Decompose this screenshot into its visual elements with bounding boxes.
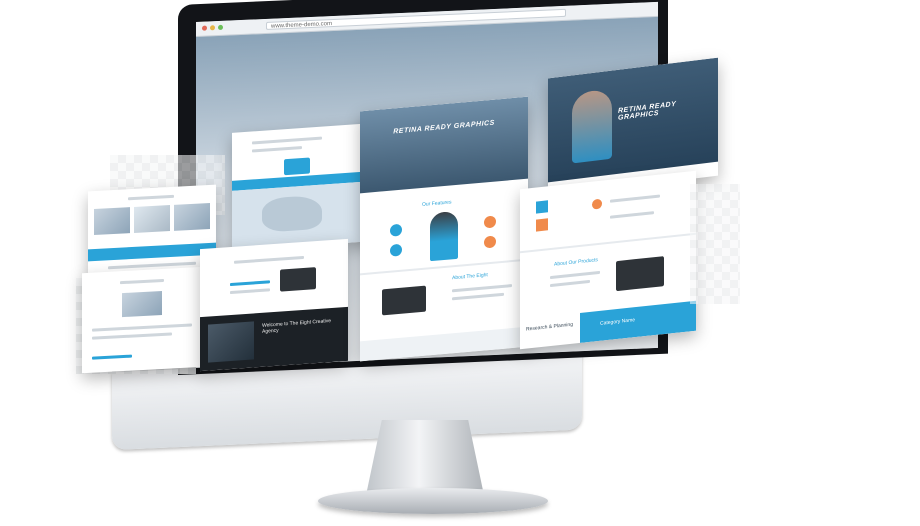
hero-title: RETINA READY GRAPHICS — [618, 100, 677, 122]
gallery-photo — [94, 207, 130, 236]
laptop-illustration — [280, 267, 316, 292]
text-line — [92, 323, 192, 332]
hero-title: RETINA READY GRAPHICS — [393, 119, 495, 136]
text-line — [550, 270, 600, 280]
minimize-dot-icon[interactable] — [210, 25, 215, 31]
monitor-illustration — [616, 256, 664, 292]
progress-line — [230, 280, 270, 287]
text-line — [230, 288, 270, 295]
text-line — [128, 194, 174, 201]
feature-icon — [390, 223, 402, 237]
maximize-dot-icon[interactable] — [218, 24, 223, 31]
research-label: Research & Planning — [526, 321, 573, 333]
team-photo — [122, 291, 162, 318]
close-dot-icon[interactable] — [202, 25, 207, 31]
page-card-features: RETINA READY GRAPHICS Our Features About… — [360, 96, 528, 362]
page-card-map — [232, 123, 372, 251]
feature-icon — [536, 218, 548, 232]
monitor-stand-base — [318, 488, 548, 514]
text-line — [550, 279, 590, 288]
page-card-welcome: Welcome to The Eight Creative Agency — [200, 238, 348, 372]
products-heading: About Our Products — [554, 257, 598, 268]
hero-banner: RETINA READY GRAPHICS — [360, 96, 528, 194]
person-illustration — [572, 88, 612, 164]
page-card-gallery — [88, 184, 216, 280]
text-line — [92, 332, 172, 340]
category-block: Category Name — [580, 300, 696, 343]
text-line — [234, 255, 304, 264]
hero-banner: RETINA READY GRAPHICS — [548, 57, 718, 183]
text-line — [452, 284, 512, 293]
category-label: Category Name — [600, 317, 636, 327]
text-line — [610, 194, 660, 203]
accent-line — [92, 354, 132, 360]
laptop-illustration — [382, 285, 426, 316]
text-line — [120, 278, 164, 285]
accent-strip — [88, 242, 216, 262]
page-card-team — [82, 266, 204, 374]
feature-icon — [592, 198, 602, 210]
feature-icon — [484, 235, 496, 249]
page-card-products: About Our Products Research & Planning C… — [520, 170, 696, 350]
text-line — [252, 146, 302, 153]
world-map — [232, 181, 372, 251]
map-landmass — [262, 194, 322, 233]
feature-icon — [484, 215, 496, 229]
welcome-photo — [208, 321, 254, 363]
gallery-photo — [134, 205, 170, 233]
text-line — [610, 211, 654, 219]
text-line — [452, 292, 504, 301]
welcome-heading: Welcome to The Eight Creative Agency — [262, 318, 332, 335]
feature-icon — [390, 243, 402, 257]
feature-icon — [536, 200, 548, 214]
section-divider — [520, 232, 696, 254]
gallery-photo — [174, 202, 210, 231]
features-heading: Our Features — [422, 199, 452, 208]
section-divider — [360, 258, 528, 276]
device-illustration — [284, 157, 310, 176]
about-heading: About The Eight — [452, 272, 488, 282]
welcome-section: Welcome to The Eight Creative Agency — [200, 306, 348, 372]
person-illustration — [430, 210, 458, 262]
text-line — [252, 136, 322, 145]
ghost-page-tile — [690, 184, 740, 304]
